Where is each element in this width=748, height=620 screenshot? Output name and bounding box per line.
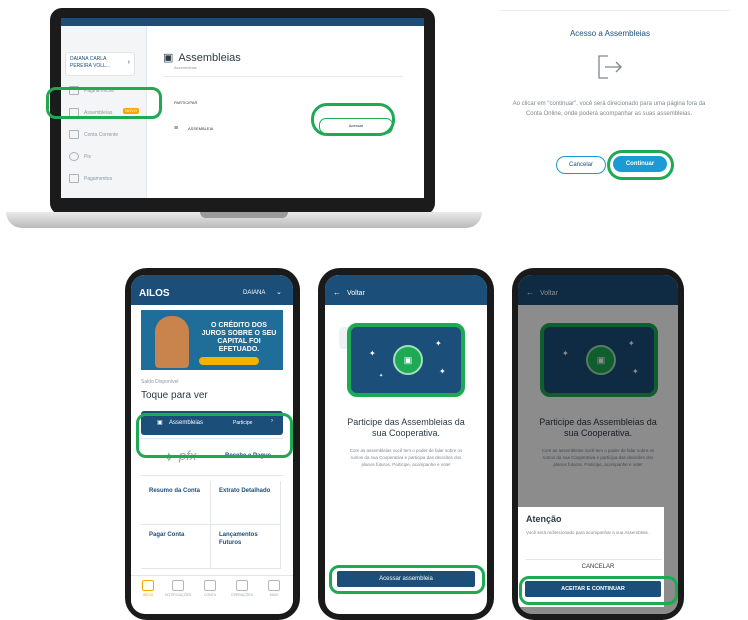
tile-detailed-statement[interactable]: Extrato Detalhado <box>211 481 281 525</box>
sidebar-item-current-account[interactable]: Conta Corrente <box>69 130 118 139</box>
divider <box>526 559 662 560</box>
tile-label: Extrato Detalhado <box>219 488 271 494</box>
dialog-top-border <box>500 10 730 11</box>
dialog-title: Acesso a Assembleias <box>569 29 651 38</box>
sparkle-icon: ✦ <box>435 339 442 348</box>
nav-label: INÍCIO <box>142 593 154 597</box>
wallet-icon <box>69 130 79 139</box>
balance-value[interactable]: Toque para ver <box>141 390 208 401</box>
highlight-continue-button <box>607 150 674 180</box>
phone-assemblies-screen: ← Voltar ✦ ✦ ✦ ✦ ▣ Participe das Assembl… <box>325 275 487 614</box>
nav-operations[interactable]: OPERAÇÕES <box>229 580 255 597</box>
nav-account[interactable]: CONTA <box>197 580 223 597</box>
sheet-text: Você será redirecionado para acompanhar … <box>526 530 649 535</box>
chevron-right-icon: › <box>127 59 130 66</box>
sidebar-item-label: Pix <box>84 153 91 160</box>
top-bar <box>61 18 424 26</box>
banner-text: O CRÉDITO DOS JUROS SOBRE O SEU CAPITAL … <box>201 322 277 353</box>
operations-icon <box>236 580 248 591</box>
more-icon <box>268 580 280 591</box>
sparkle-icon: ✦ <box>439 367 446 376</box>
assemblies-illustration: ✦ ✦ ✦ ✦ ▣ <box>347 323 465 397</box>
home-icon <box>142 580 154 591</box>
tile-label: Pagar Conta <box>149 532 185 538</box>
user-name[interactable]: DAIANA <box>243 290 265 296</box>
page-title: ▣ Assembleias <box>163 51 241 65</box>
highlight-sidebar-assemblies <box>46 87 162 119</box>
assemblies-title: Participe das Assembleias da sua Coopera… <box>347 417 465 438</box>
banner-button <box>199 357 259 365</box>
assembly-icon: ▣ <box>393 345 423 375</box>
section-label: PARTICIPAR <box>174 100 198 105</box>
promo-banner[interactable]: O CRÉDITO DOS JUROS SOBRE O SEU CAPITAL … <box>141 310 283 370</box>
highlight-access-assembly <box>329 565 485 594</box>
sidebar-item-payments[interactable]: Pagamentos <box>69 174 112 183</box>
banner-photo <box>155 316 189 368</box>
page-title-text: Assembleias <box>178 51 241 64</box>
chevron-down-icon[interactable]: ⌄ <box>276 288 282 296</box>
divider <box>163 76 403 77</box>
pix-icon <box>69 152 79 161</box>
phone-confirm-screen: ← Voltar ✦ ✦ ✦ ▣ Participe das Assemblei… <box>518 275 678 614</box>
logo: AILOS <box>139 288 170 299</box>
user-name-line1: DAIANA CARLA <box>70 56 107 62</box>
nav-home[interactable]: INÍCIO <box>135 580 161 597</box>
dialog-text: Ao clicar em "continuar", você será dire… <box>512 101 706 117</box>
assembly-icon: ▣ <box>163 52 174 64</box>
exit-icon <box>598 55 622 79</box>
sparkle-icon: ✦ <box>379 373 384 379</box>
bottom-nav: INÍCIO NOTIFICAÇÕES CONTA OPERAÇÕES MAIS <box>131 575 293 603</box>
nav-notifications[interactable]: NOTIFICAÇÕES <box>165 580 191 597</box>
app-header: AILOS DAIANA ⌄ <box>131 275 293 305</box>
tile-account-summary[interactable]: Resumo da Conta <box>141 481 211 525</box>
highlight-accept-button <box>519 576 678 605</box>
nav-label: CONTA <box>204 593 216 597</box>
sheet-title: Atenção <box>526 514 562 524</box>
assembly-row-label: ASSEMBLEIA <box>188 126 214 131</box>
nav-label: OPERAÇÕES <box>230 593 254 597</box>
account-icon <box>204 580 216 591</box>
tile-pay-bill[interactable]: Pagar Conta <box>141 525 211 569</box>
user-menu[interactable]: DAIANA CARLA PEREIRA VOLL... › <box>65 52 135 76</box>
tile-future-entries[interactable]: Lançamentos Futuros <box>211 525 281 569</box>
barcode-icon <box>69 174 79 183</box>
back-label[interactable]: Voltar <box>347 290 365 297</box>
highlight-assemblies-shortcut <box>136 413 293 458</box>
bell-icon <box>172 580 184 591</box>
app-header: ← Voltar <box>325 275 487 305</box>
back-arrow-icon[interactable]: ← <box>333 288 341 297</box>
page-subtitle: Assembleias <box>174 65 197 70</box>
balance-label: Saldo Disponível <box>141 379 179 385</box>
sparkle-icon: ✦ <box>369 349 376 358</box>
sidebar-item-label: Conta Corrente <box>84 131 119 138</box>
nav-label: NOTIFICAÇÕES <box>165 593 192 597</box>
sidebar-item-pix[interactable]: Pix <box>69 152 91 161</box>
nav-more[interactable]: MAIS <box>261 580 287 597</box>
laptop-notch <box>200 212 288 218</box>
highlight-access-button <box>311 103 395 136</box>
cancel-button[interactable]: Cancelar <box>556 156 606 174</box>
nav-label: MAIS <box>269 593 279 597</box>
user-name-line2: PEREIRA VOLL... <box>70 63 111 69</box>
cancel-button[interactable]: CANCELAR <box>558 564 638 570</box>
list-icon: ≡ <box>174 125 179 132</box>
assemblies-description: Com as assembleias você tem o poder de f… <box>349 448 463 467</box>
sidebar-item-label: Pagamentos <box>84 175 113 182</box>
tile-label: Lançamentos Futuros <box>219 532 258 546</box>
tile-label: Resumo da Conta <box>149 488 201 494</box>
